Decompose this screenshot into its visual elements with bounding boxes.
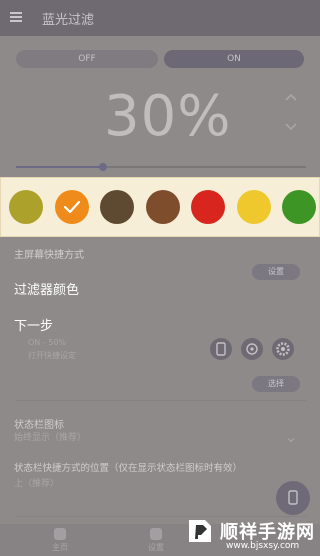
filter-color-label: 过滤器颜色: [14, 283, 80, 298]
color-palette: [0, 177, 320, 237]
next-step-button[interactable]: 下一步: [14, 315, 53, 334]
status-line: ON - 50%: [28, 338, 67, 347]
color-swatch-red[interactable]: [191, 190, 225, 224]
statusbar-icon-title: 状态栏图标: [14, 420, 64, 431]
app-bar: 蓝光过滤: [0, 0, 320, 36]
chevron-up-icon[interactable]: [284, 90, 298, 104]
color-swatch-dark-brown[interactable]: [100, 190, 134, 224]
color-swatch-yellow[interactable]: [236, 190, 271, 224]
color-swatch-green[interactable]: [282, 190, 316, 224]
off-toggle[interactable]: OFF: [16, 50, 158, 68]
shortcut-set-button[interactable]: 设置: [252, 264, 300, 280]
divider: [16, 516, 306, 517]
watermark-logo-icon: [185, 516, 215, 546]
check-icon: [63, 200, 80, 214]
filter-slider[interactable]: [16, 163, 306, 171]
divider: [16, 400, 306, 401]
color-swatch-olive[interactable]: [9, 190, 43, 224]
chevron-down-icon[interactable]: [284, 118, 298, 132]
watermark-url: www.bjsxsy.com: [226, 541, 300, 551]
nav-item-home[interactable]: 主页: [40, 528, 80, 553]
statusbar-position-value[interactable]: 上（推荐）: [14, 476, 59, 489]
filter-percent: 30%: [104, 84, 232, 149]
settings-gear-icon[interactable]: [272, 338, 294, 360]
select-button[interactable]: 选择: [252, 376, 300, 392]
target-icon[interactable]: [241, 338, 263, 360]
color-swatch-brown[interactable]: [145, 190, 180, 224]
slider-thumb[interactable]: [99, 163, 107, 171]
floating-action-button[interactable]: [276, 481, 310, 515]
home-icon: [54, 528, 66, 540]
nav-item-settings[interactable]: 设置: [136, 528, 176, 553]
statusbar-icon-value[interactable]: 始终显示（推荐）: [14, 430, 86, 443]
device-icon[interactable]: [210, 338, 232, 360]
app-title: 蓝光过滤: [42, 13, 95, 28]
dropdown-icon[interactable]: [286, 430, 296, 443]
slider-fill: [16, 166, 103, 168]
color-swatch-orange[interactable]: [54, 190, 89, 224]
statusbar-position-title: 状态栏快捷方式的位置（仅在显示状态栏图标时有效）: [14, 463, 243, 474]
settings-icon: [150, 528, 162, 540]
shortcut-section-title: 主屏幕快捷方式: [14, 250, 84, 261]
on-toggle[interactable]: ON: [164, 50, 304, 68]
status-subtext: 打开快捷设定: [28, 351, 76, 360]
menu-icon[interactable]: [10, 12, 22, 22]
